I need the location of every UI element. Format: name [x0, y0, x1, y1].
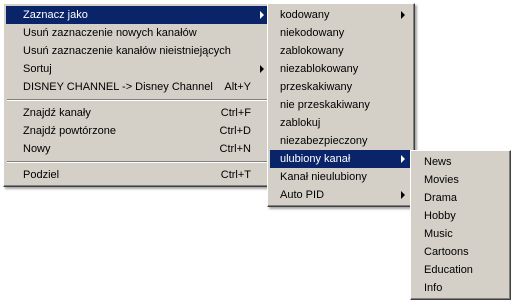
- menu-item-label: Znajdź powtórzone: [23, 125, 116, 137]
- menu-item-shortcut: Ctrl+T: [220, 169, 251, 181]
- submenu-item-unprotected[interactable]: niezabezpieczony: [270, 132, 412, 150]
- context-menu: Zaznacz jako Usuń zaznaczenie nowych kan…: [3, 3, 274, 187]
- submenu-item-auto-pid[interactable]: Auto PID: [270, 186, 412, 204]
- submenu-item-encrypted[interactable]: kodowany: [270, 6, 412, 24]
- menu-item-shortcut: Alt+Y: [224, 81, 251, 93]
- favorite-category-submenu: News Movies Drama Hobby Music Cartoons E…: [410, 150, 511, 300]
- category-item-movies[interactable]: Movies: [413, 171, 508, 189]
- menu-separator: [7, 99, 270, 101]
- menu-item-find-channels[interactable]: Znajdź kanały Ctrl+F: [6, 104, 271, 122]
- menu-item-shortcut: Ctrl+F: [220, 107, 251, 119]
- menu-item-label: Info: [424, 282, 443, 294]
- submenu-item-skipped[interactable]: przeskakiwany: [270, 78, 412, 96]
- category-item-info[interactable]: Info: [413, 279, 508, 297]
- menu-item-find-duplicates[interactable]: Znajdź powtórzone Ctrl+D: [6, 122, 271, 140]
- mark-as-submenu: kodowany niekodowany zablokowany niezabl…: [267, 3, 415, 207]
- menu-item-unmark-nonexistent-channels[interactable]: Usuń zaznaczenie kanałów nieistniejących: [6, 42, 271, 60]
- submenu-item-favorite-channel[interactable]: ulubiony kanał: [270, 150, 412, 168]
- menu-item-label: Usuń zaznaczenie nowych kanałów: [23, 27, 197, 39]
- submenu-arrow-icon: [401, 11, 405, 19]
- category-item-music[interactable]: Music: [413, 225, 508, 243]
- menu-item-label: przeskakiwany: [280, 81, 353, 93]
- menu-item-new[interactable]: Nowy Ctrl+N: [6, 140, 271, 158]
- menu-item-label: ulubiony kanał: [280, 153, 351, 165]
- menu-item-label: DISNEY CHANNEL -> Disney Channel: [23, 81, 213, 93]
- submenu-item-lock[interactable]: zablokuj: [270, 114, 412, 132]
- menu-item-label: Music: [424, 228, 453, 240]
- menu-item-rename-channel[interactable]: DISNEY CHANNEL -> Disney Channel Alt+Y: [6, 78, 271, 96]
- menu-item-label: Zaznacz jako: [23, 9, 88, 21]
- menu-item-label: Sortuj: [23, 63, 52, 75]
- menu-separator: [7, 161, 270, 163]
- submenu-item-unlocked[interactable]: niezablokowany: [270, 60, 412, 78]
- menu-item-label: zablokowany: [280, 45, 344, 57]
- category-item-hobby[interactable]: Hobby: [413, 207, 508, 225]
- submenu-item-locked[interactable]: zablokowany: [270, 42, 412, 60]
- menu-item-mark-as[interactable]: Zaznacz jako: [6, 6, 271, 24]
- menu-item-label: zablokuj: [280, 117, 321, 129]
- menu-item-label: niezabezpieczony: [280, 135, 368, 147]
- menu-item-label: Auto PID: [280, 189, 325, 201]
- submenu-item-not-favorite[interactable]: Kanał nieulubiony: [270, 168, 412, 186]
- submenu-item-not-skipped[interactable]: nie przeskakiwany: [270, 96, 412, 114]
- menu-item-sort[interactable]: Sortuj: [6, 60, 271, 78]
- category-item-education[interactable]: Education: [413, 261, 508, 279]
- menu-item-label: kodowany: [280, 9, 330, 21]
- menu-item-label: Nowy: [23, 143, 51, 155]
- submenu-arrow-icon: [260, 65, 264, 73]
- submenu-arrow-icon: [401, 155, 405, 163]
- menu-item-label: Znajdź kanały: [23, 107, 91, 119]
- menu-item-shortcut: Ctrl+D: [219, 125, 251, 137]
- submenu-item-unencrypted[interactable]: niekodowany: [270, 24, 412, 42]
- submenu-arrow-icon: [260, 11, 264, 19]
- menu-item-unmark-new-channels[interactable]: Usuń zaznaczenie nowych kanałów: [6, 24, 271, 42]
- menu-item-split[interactable]: Podziel Ctrl+T: [6, 166, 271, 184]
- menu-item-shortcut: Ctrl+N: [219, 143, 251, 155]
- menu-item-label: Podziel: [23, 169, 60, 181]
- menu-item-label: niezablokowany: [280, 63, 359, 75]
- menu-item-label: Drama: [424, 192, 458, 204]
- menu-item-label: Movies: [424, 174, 459, 186]
- menu-item-label: Hobby: [424, 210, 456, 222]
- menu-item-label: Kanał nieulubiony: [280, 171, 367, 183]
- category-item-drama[interactable]: Drama: [413, 189, 508, 207]
- menu-item-label: niekodowany: [280, 27, 345, 39]
- menu-item-label: Education: [424, 264, 473, 276]
- menu-item-label: News: [424, 156, 452, 168]
- category-item-cartoons[interactable]: Cartoons: [413, 243, 508, 261]
- submenu-arrow-icon: [401, 191, 405, 199]
- menu-item-label: Cartoons: [424, 246, 469, 258]
- menu-item-label: Usuń zaznaczenie kanałów nieistniejących: [23, 45, 231, 57]
- menu-item-label: nie przeskakiwany: [280, 99, 370, 111]
- category-item-news[interactable]: News: [413, 153, 508, 171]
